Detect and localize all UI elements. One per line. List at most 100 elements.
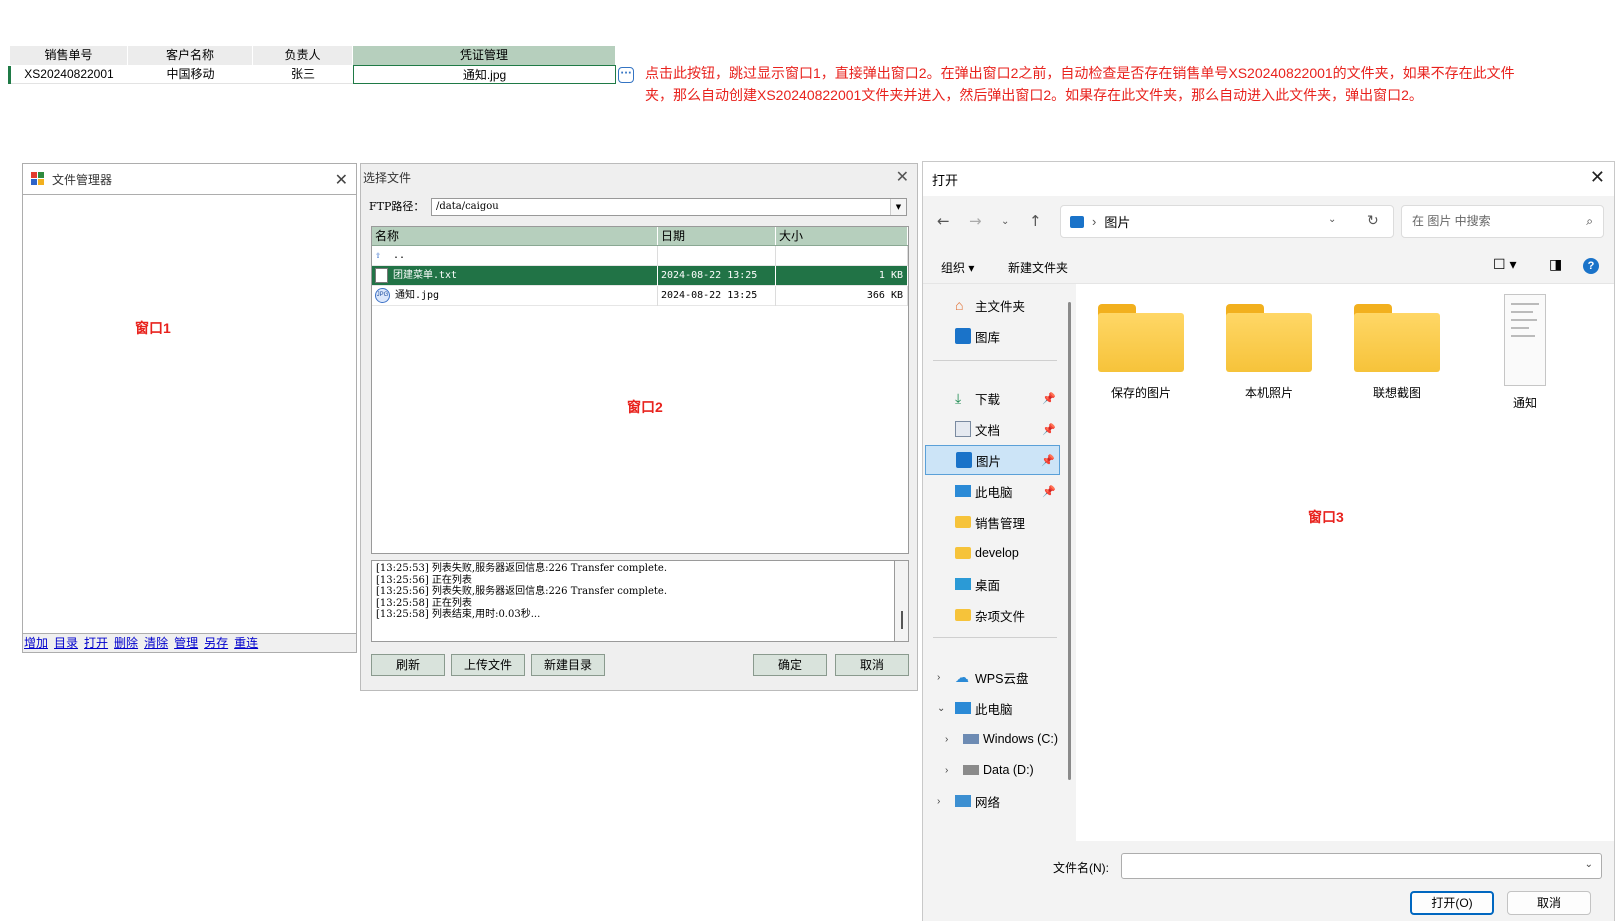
back-arrow-icon[interactable]: ← (937, 212, 950, 230)
column-date[interactable]: 日期 (658, 227, 776, 245)
file-view[interactable]: 保存的图片 本机照片 联想截图 通知 (1076, 284, 1614, 841)
recent-chevron-icon[interactable]: ⌄ (1001, 216, 1009, 227)
file-row-parent[interactable]: ⇧.. (372, 245, 908, 266)
chevron-down-icon[interactable]: ⌄ (937, 703, 945, 714)
pin-icon[interactable]: 📌 (1042, 392, 1056, 405)
chevron-right-icon[interactable]: › (945, 734, 948, 745)
item-label: 联想截图 (1372, 386, 1421, 400)
nav-misc[interactable]: 杂项文件 (925, 600, 1060, 630)
file-date (658, 245, 776, 266)
folder-item[interactable]: 联想截图 (1342, 294, 1452, 401)
chevron-right-icon[interactable]: › (945, 765, 948, 776)
navigation-pane: ⌂ 主文件夹 图库 ⤓ 下载 📌 文档 📌 图片 📌 此电脑 📌 销售管理 de… (923, 284, 1076, 841)
link-delete[interactable]: 删除 (114, 634, 138, 651)
refresh-icon[interactable]: ↻ (1367, 213, 1379, 229)
nav-pictures[interactable]: 图片 📌 (925, 445, 1060, 475)
search-input[interactable]: 在 图片 中搜索 ⌕ (1401, 205, 1604, 238)
nav-this-pc[interactable]: ⌄ 此电脑 (925, 693, 1060, 723)
link-save-as[interactable]: 另存 (204, 634, 228, 651)
link-open[interactable]: 打开 (84, 634, 108, 651)
address-text: 图片 (1104, 215, 1131, 230)
file-row-txt[interactable]: 团建菜单.txt 2024-08-22 13:25 1 KB (372, 265, 908, 286)
image-item[interactable]: 通知 (1470, 294, 1580, 411)
help-icon[interactable]: ? (1583, 258, 1599, 274)
preview-pane-icon[interactable]: ◨ (1549, 256, 1562, 273)
log-output[interactable]: [13:25:53] 列表失败,服务器返回信息:226 Transfer com… (371, 560, 895, 642)
nav-desktop[interactable]: 桌面 (925, 569, 1060, 599)
cancel-button[interactable]: 取消 (835, 654, 909, 676)
new-folder-button[interactable]: 新建文件夹 (1008, 259, 1068, 276)
open-button[interactable]: 打开(O) (1410, 891, 1494, 915)
nav-documents[interactable]: 文档 📌 (925, 414, 1060, 444)
w1-content-area[interactable] (23, 194, 356, 634)
chevron-down-icon[interactable]: ⌄ (1328, 214, 1336, 225)
chevron-right-icon[interactable]: › (937, 672, 940, 683)
nav-develop[interactable]: develop (925, 538, 1060, 568)
cell-order-no[interactable]: XS20240822001 (10, 65, 128, 84)
close-icon[interactable]: ✕ (335, 170, 348, 189)
ok-button[interactable]: 确定 (753, 654, 827, 676)
refresh-button[interactable]: 刷新 (371, 654, 445, 676)
ftp-path-select[interactable]: /data/caigou ▼ (431, 198, 907, 216)
upload-button[interactable]: 上传文件 (451, 654, 525, 676)
cell-customer[interactable]: 中国移动 (128, 65, 253, 84)
link-manage[interactable]: 管理 (174, 634, 198, 651)
nav-label: Data (D:) (983, 763, 1034, 777)
chevron-down-icon[interactable]: ⌄ (1585, 859, 1593, 870)
cell-owner[interactable]: 张三 (253, 65, 353, 84)
folder-icon (1226, 304, 1312, 372)
file-size (776, 245, 908, 266)
nav-label: 文档 (975, 423, 1001, 438)
nav-gallery[interactable]: 图库 (925, 321, 1060, 351)
new-directory-button[interactable]: 新建目录 (531, 654, 605, 676)
folder-item[interactable]: 本机照片 (1214, 294, 1324, 401)
column-name[interactable]: 名称 (372, 227, 658, 245)
grid-data-row[interactable]: XS20240822001 中国移动 张三 通知.jpg (10, 65, 632, 84)
organize-menu[interactable]: 组织 ▾ (941, 259, 974, 276)
filename-input[interactable]: ⌄ (1121, 853, 1602, 879)
log-scrollbar[interactable] (895, 560, 909, 642)
header-voucher[interactable]: 凭证管理 (353, 46, 616, 65)
close-icon[interactable]: ✕ (896, 167, 909, 186)
folder-item[interactable]: 保存的图片 (1086, 294, 1196, 401)
header-order-no[interactable]: 销售单号 (10, 46, 128, 65)
nav-drive-d[interactable]: › Data (D:) (925, 755, 1060, 785)
forward-arrow-icon[interactable]: → (969, 212, 982, 230)
header-customer[interactable]: 客户名称 (128, 46, 253, 65)
cell-voucher[interactable]: 通知.jpg (353, 65, 616, 84)
close-icon[interactable]: ✕ (1590, 167, 1605, 188)
pin-icon[interactable]: 📌 (1041, 454, 1055, 467)
cancel-button[interactable]: 取消 (1507, 891, 1591, 915)
desktop-icon (955, 578, 971, 590)
link-add[interactable]: 增加 (24, 634, 48, 651)
file-list-header: 名称 日期 大小 (372, 227, 908, 246)
voucher-browse-button[interactable]: ··· (618, 67, 634, 83)
computer-icon (955, 702, 971, 714)
chevron-right-icon[interactable]: › (937, 796, 940, 807)
up-arrow-icon[interactable]: ↑ (1029, 212, 1042, 230)
nav-drive-c[interactable]: › Windows (C:) (925, 724, 1060, 754)
nav-scrollbar[interactable] (1068, 302, 1071, 780)
nav-sales-mgmt[interactable]: 销售管理 (925, 507, 1060, 537)
pin-icon[interactable]: 📌 (1042, 485, 1056, 498)
image-thumbnail (1504, 294, 1546, 386)
nav-home[interactable]: ⌂ 主文件夹 (925, 290, 1060, 320)
file-row-jpg[interactable]: JPG 通知.jpg 2024-08-22 13:25 366 KB (372, 285, 908, 306)
column-size[interactable]: 大小 (776, 227, 908, 245)
address-bar[interactable]: › 图片 (1060, 205, 1394, 238)
pin-icon[interactable]: 📌 (1042, 423, 1056, 436)
chevron-down-icon[interactable]: ▼ (890, 199, 906, 215)
view-icon[interactable]: ☐ ▾ (1493, 256, 1516, 273)
link-reconnect[interactable]: 重连 (234, 634, 258, 651)
w1-title: 文件管理器 (52, 172, 113, 187)
link-clear[interactable]: 清除 (144, 634, 168, 651)
network-icon (955, 795, 971, 807)
cloud-icon: ☁ (955, 669, 969, 685)
nav-this-pc-pinned[interactable]: 此电脑 📌 (925, 476, 1060, 506)
nav-downloads[interactable]: ⤓ 下载 📌 (925, 383, 1060, 413)
header-owner[interactable]: 负责人 (253, 46, 353, 65)
link-directory[interactable]: 目录 (54, 634, 78, 651)
window2-label: 窗口2 (627, 399, 663, 415)
nav-wps-cloud[interactable]: › ☁ WPS云盘 (925, 662, 1060, 692)
nav-network[interactable]: › 网络 (925, 786, 1060, 816)
